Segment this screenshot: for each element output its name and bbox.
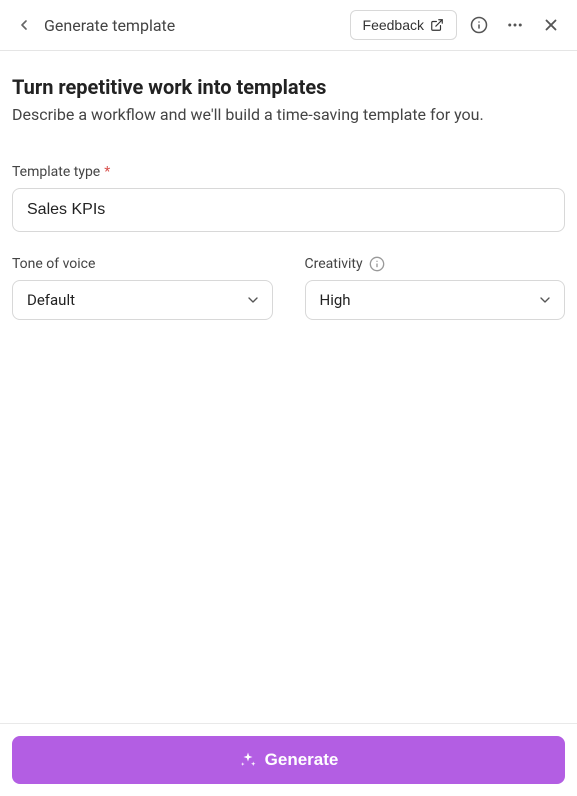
footer-bar: Generate — [0, 723, 577, 796]
tone-select[interactable]: Default — [12, 280, 273, 320]
info-icon — [470, 16, 488, 34]
template-type-input[interactable] — [12, 188, 565, 232]
creativity-info-icon[interactable] — [369, 256, 385, 272]
tone-field: Tone of voice Default — [12, 256, 273, 320]
creativity-label: Creativity — [305, 256, 566, 272]
header-bar: Generate template Feedback — [0, 0, 577, 51]
more-horizontal-icon — [506, 16, 524, 34]
chevron-left-icon — [16, 17, 32, 33]
template-type-label-text: Template type — [12, 164, 100, 180]
page-heading: Turn repetitive work into templates — [12, 75, 565, 99]
template-type-label: Template type * — [12, 164, 565, 180]
external-link-icon — [430, 18, 444, 32]
generate-button[interactable]: Generate — [12, 736, 565, 784]
creativity-label-text: Creativity — [305, 256, 363, 272]
close-icon — [542, 16, 560, 34]
page-subheading: Describe a workflow and we'll build a ti… — [12, 105, 565, 124]
generate-label: Generate — [265, 750, 339, 770]
more-button[interactable] — [501, 11, 529, 39]
feedback-button[interactable]: Feedback — [350, 10, 457, 40]
tone-label: Tone of voice — [12, 256, 273, 272]
required-indicator: * — [104, 164, 110, 180]
sparkle-icon — [239, 751, 257, 769]
creativity-field: Creativity High — [305, 256, 566, 320]
main-content: Turn repetitive work into templates Desc… — [0, 51, 577, 723]
template-type-field: Template type * — [12, 164, 565, 232]
info-button[interactable] — [465, 11, 493, 39]
close-button[interactable] — [537, 11, 565, 39]
creativity-select[interactable]: High — [305, 280, 566, 320]
header-title: Generate template — [44, 16, 342, 35]
back-button[interactable] — [12, 13, 36, 37]
feedback-label: Feedback — [363, 17, 424, 33]
